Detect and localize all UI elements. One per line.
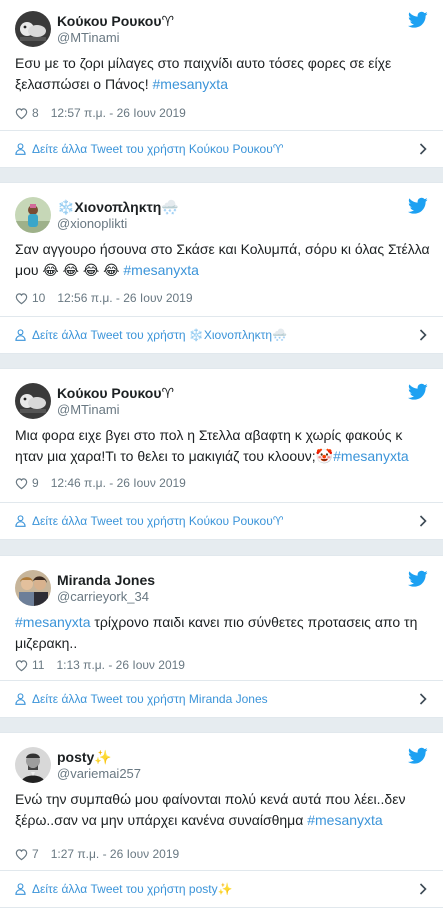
avatar[interactable] [15, 570, 51, 606]
tweet-text: Σαν αγγουρο ήσουνα στο Σκάσε και Κολυμπά… [15, 239, 431, 281]
timestamp-link[interactable]: 12:57 π.μ. - 26 Ιουν 2019 [51, 106, 186, 120]
tweet-text: Μια φορα ειχε βγει στο πολ η Στελλα αβαφ… [15, 425, 431, 467]
hashtag-link[interactable]: #mesanyxta [123, 262, 198, 278]
more-tweets-link[interactable]: Δείτε άλλα Tweet του χρήστη Κούκου Ρουκο… [0, 130, 443, 167]
tweet-header: Κούκου Ρουκου♈ @MTinami [15, 383, 428, 419]
timestamp-link[interactable]: 1:27 π.μ. - 26 Ιουν 2019 [51, 847, 180, 861]
author-handle[interactable]: @MTinami [57, 30, 120, 45]
tweet-text-before: Σαν αγγουρο ήσουνα στο Σκάσε και Κολυμπά… [15, 241, 430, 278]
more-tweets-label[interactable]: Δείτε άλλα Tweet του χρήστη Miranda Jone… [32, 692, 268, 706]
tweet-meta: 10 12:56 π.μ. - 26 Ιουν 2019 [15, 290, 193, 306]
timestamp-link[interactable]: 12:56 π.μ. - 26 Ιουν 2019 [57, 291, 192, 305]
user-icon [15, 143, 26, 155]
more-tweets-label[interactable]: Δείτε άλλα Tweet του χρήστη ❄️Χιονοπληκτ… [32, 328, 287, 342]
heart-icon[interactable] [15, 292, 28, 305]
author-handle[interactable]: @MTinami [57, 402, 120, 417]
twitter-bird-icon[interactable] [408, 747, 428, 765]
tweet-card[interactable]: Κούκου Ρουκου♈ @MTinami Εσυ με το ζορι μ… [0, 0, 443, 168]
more-tweets-link[interactable]: Δείτε άλλα Tweet του χρήστη ❄️Χιονοπληκτ… [0, 316, 443, 353]
tweet-header: Κούκου Ρουκου♈ @MTinami [15, 11, 428, 47]
tweet-header: Miranda Jones @carrieyork_34 [15, 570, 428, 606]
tweet-text: Ενώ την συμπαθώ μου φαίνονται πολύ κενά … [15, 789, 431, 831]
author-name[interactable]: ❄️Χιονοπληκτη🌨️ [57, 199, 179, 216]
avatar[interactable] [15, 747, 51, 783]
timestamp-link[interactable]: 12:46 π.μ. - 26 Ιουν 2019 [51, 476, 186, 490]
tweet-card[interactable]: ❄️Χιονοπληκτη🌨️ @xionoplikti Σαν αγγουρο… [0, 182, 443, 354]
more-tweets-link[interactable]: Δείτε άλλα Tweet του χρήστη Miranda Jone… [0, 680, 443, 717]
hashtag-link[interactable]: #mesanyxta [307, 812, 382, 828]
tweet-meta: 8 12:57 π.μ. - 26 Ιουν 2019 [15, 105, 186, 121]
like-count[interactable]: 11 [32, 658, 44, 672]
hashtag-link[interactable]: #mesanyxta [153, 76, 228, 92]
tweet-card[interactable]: Miranda Jones @carrieyork_34 #mesanyxta … [0, 555, 443, 718]
hashtag-link[interactable]: #mesanyxta [333, 448, 408, 464]
author-handle[interactable]: @carrieyork_34 [57, 589, 149, 604]
more-tweets-label[interactable]: Δείτε άλλα Tweet του χρήστη posty✨ [32, 882, 233, 896]
tweet-meta: 9 12:46 π.μ. - 26 Ιουν 2019 [15, 475, 186, 491]
user-icon [15, 329, 26, 341]
author-name[interactable]: posty✨ [57, 749, 112, 766]
like-count[interactable]: 7 [32, 847, 39, 861]
twitter-bird-icon[interactable] [408, 383, 428, 401]
tweet-card[interactable]: Κούκου Ρουκου♈ @MTinami Μια φορα ειχε βγ… [0, 368, 443, 540]
twitter-bird-icon[interactable] [408, 570, 428, 588]
avatar[interactable] [15, 197, 51, 233]
twitter-bird-icon[interactable] [408, 197, 428, 215]
author-name[interactable]: Κούκου Ρουκου♈ [57, 385, 174, 402]
avatar[interactable] [15, 11, 51, 47]
like-count[interactable]: 9 [32, 476, 39, 490]
author-name[interactable]: Miranda Jones [57, 572, 155, 588]
more-tweets-label[interactable]: Δείτε άλλα Tweet του χρήστη Κούκου Ρουκο… [32, 514, 284, 528]
heart-icon[interactable] [15, 659, 28, 672]
user-icon [15, 693, 26, 705]
like-count[interactable]: 10 [32, 291, 45, 305]
chevron-right-icon[interactable] [419, 515, 427, 527]
tweet-card[interactable]: posty✨ @variemai257 Ενώ την συμπαθώ μου … [0, 732, 443, 908]
tweet-header: posty✨ @variemai257 [15, 747, 428, 783]
author-name[interactable]: Κούκου Ρουκου♈ [57, 13, 174, 30]
timestamp-link[interactable]: 1:13 π.μ. - 26 Ιουν 2019 [56, 658, 185, 672]
tweet-meta: 11 1:13 π.μ. - 26 Ιουν 2019 [15, 657, 185, 673]
more-tweets-link[interactable]: Δείτε άλλα Tweet του χρήστη posty✨ [0, 870, 443, 907]
more-tweets-label[interactable]: Δείτε άλλα Tweet του χρήστη Κούκου Ρουκο… [32, 142, 284, 156]
chevron-right-icon[interactable] [419, 143, 427, 155]
tweet-text: Εσυ με το ζορι μίλαγες στο παιχνίδι αυτο… [15, 53, 431, 95]
hashtag-link[interactable]: #mesanyxta [15, 614, 90, 630]
heart-icon[interactable] [15, 107, 28, 120]
avatar[interactable] [15, 383, 51, 419]
heart-icon[interactable] [15, 477, 28, 490]
heart-icon[interactable] [15, 848, 28, 861]
author-handle[interactable]: @xionoplikti [57, 216, 127, 231]
chevron-right-icon[interactable] [419, 693, 427, 705]
user-icon [15, 883, 26, 895]
twitter-bird-icon[interactable] [408, 11, 428, 29]
tweet-header: ❄️Χιονοπληκτη🌨️ @xionoplikti [15, 197, 428, 233]
author-handle[interactable]: @variemai257 [57, 766, 141, 781]
user-icon [15, 515, 26, 527]
more-tweets-link[interactable]: Δείτε άλλα Tweet του χρήστη Κούκου Ρουκο… [0, 502, 443, 539]
like-count[interactable]: 8 [32, 106, 39, 120]
tweet-meta: 7 1:27 π.μ. - 26 Ιουν 2019 [15, 846, 179, 862]
chevron-right-icon[interactable] [419, 883, 427, 895]
tweet-text: #mesanyxta τρίχρονο παιδι κανει πιο σύνθ… [15, 612, 431, 654]
chevron-right-icon[interactable] [419, 329, 427, 341]
